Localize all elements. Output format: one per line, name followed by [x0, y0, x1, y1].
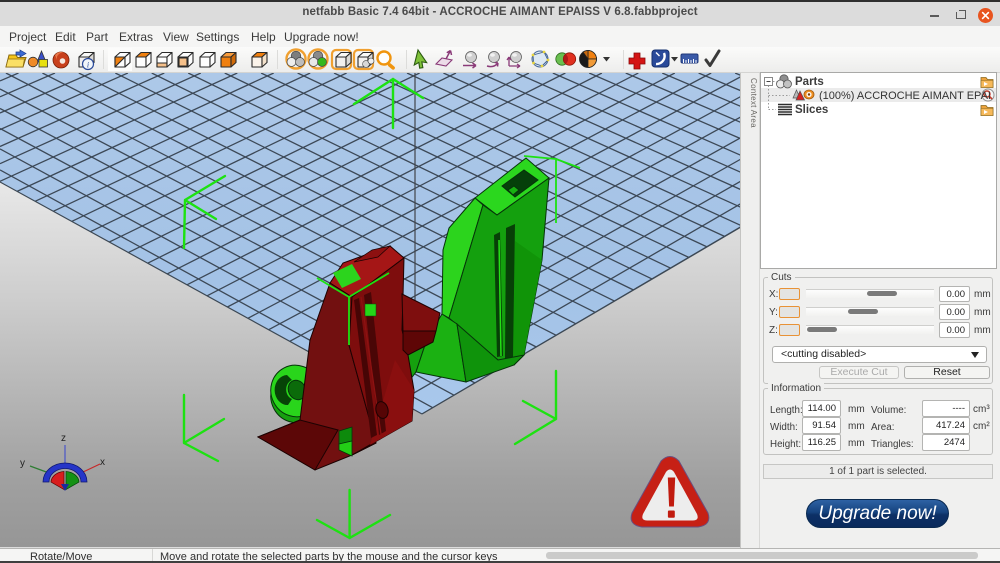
svg-text:y: y [20, 458, 25, 469]
svg-text:x: x [100, 457, 105, 468]
svg-text:z: z [61, 433, 66, 444]
svg-text:i: i [87, 61, 89, 70]
